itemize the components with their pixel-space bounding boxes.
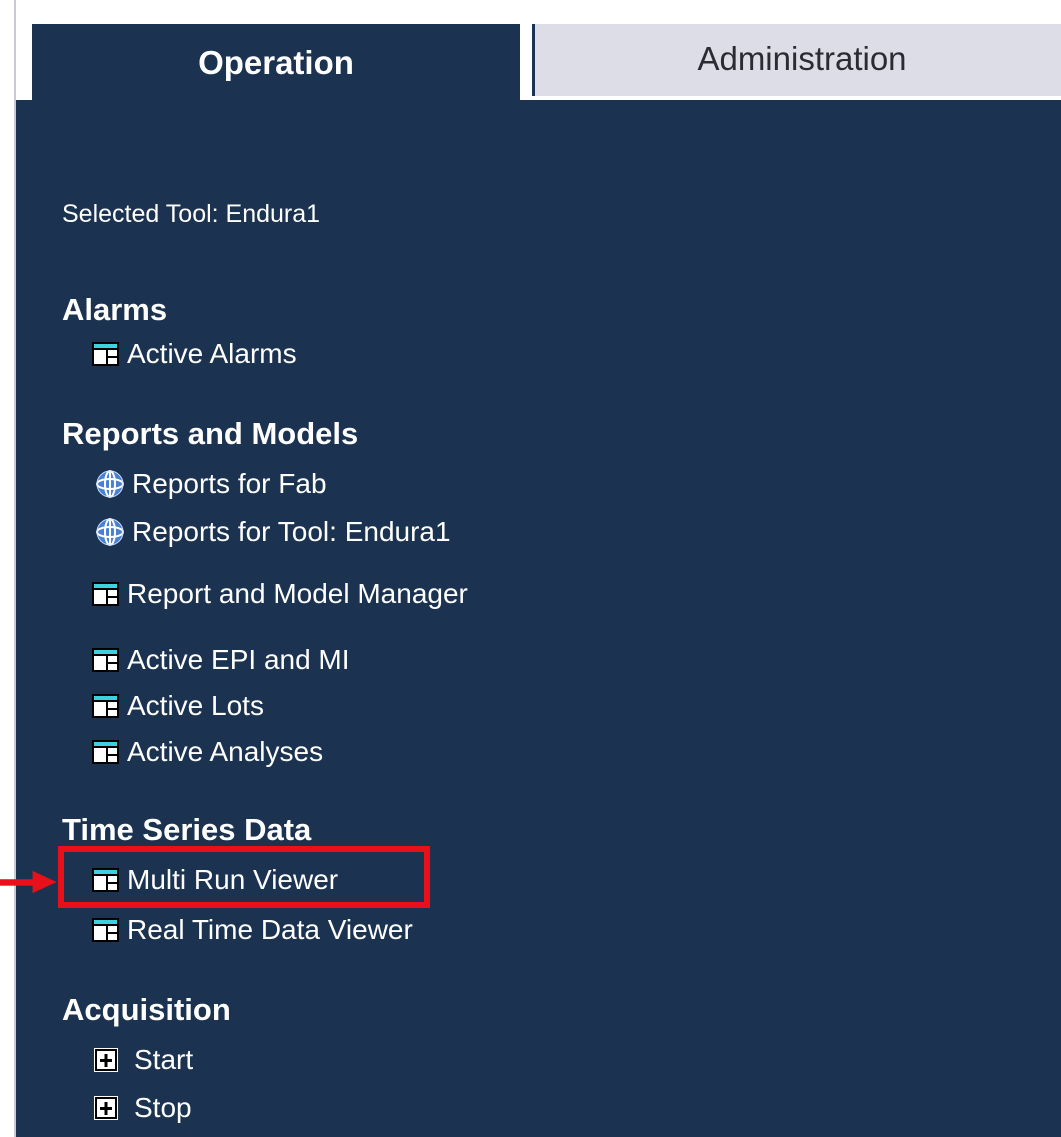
arrow-right-icon [0, 870, 57, 894]
menu-item-label: Reports for Tool: Endura1 [132, 516, 451, 547]
menu-item-report-and-model-manager[interactable]: Report and Model Manager [92, 578, 468, 610]
menu-item-label: Report and Model Manager [127, 578, 468, 609]
menu-item-label: Active Alarms [127, 338, 297, 369]
left-margin [0, 0, 14, 1137]
table-icon [92, 582, 119, 606]
section-title-acquisition: Acquisition [62, 992, 231, 1027]
menu-item-reports-for-fab[interactable]: Reports for Fab [96, 468, 327, 500]
menu-item-label: Stop [134, 1092, 192, 1123]
menu-item-reports-for-tool[interactable]: Reports for Tool: Endura1 [96, 516, 451, 548]
menu-item-label: Start [134, 1044, 194, 1075]
menu-item-active-analyses[interactable]: Active Analyses [92, 736, 323, 768]
plus-icon [94, 1048, 118, 1072]
selected-tool-label: Selected Tool: Endura1 [62, 200, 321, 228]
section-title-time-series-data: Time Series Data [62, 812, 312, 847]
section-title-reports-and-models: Reports and Models [62, 416, 359, 451]
tab-operation[interactable]: Operation [32, 24, 520, 100]
plus-icon [94, 1096, 118, 1120]
menu-item-label: Real Time Data Viewer [127, 914, 413, 945]
menu-item-active-alarms[interactable]: Active Alarms [92, 338, 297, 370]
tab-operation-label: Operation [198, 44, 354, 81]
operation-panel: Operation Administration Selected Tool: … [14, 0, 1061, 1137]
operation-content: Selected Tool: Endura1 Alarms Active Ala… [16, 100, 1061, 1137]
table-icon [92, 648, 119, 672]
menu-item-start[interactable]: Start [94, 1044, 193, 1076]
globe-icon [96, 518, 124, 546]
menu-item-stop[interactable]: Stop [94, 1092, 192, 1124]
table-icon [92, 342, 119, 366]
highlight-box [58, 846, 430, 908]
tab-separator [520, 24, 532, 96]
menu-item-real-time-data-viewer[interactable]: Real Time Data Viewer [92, 914, 413, 946]
menu-item-label: Reports for Fab [132, 468, 327, 499]
section-title-alarms: Alarms [62, 292, 168, 327]
tab-administration[interactable]: Administration [532, 24, 1061, 96]
table-icon [92, 918, 119, 942]
menu-item-active-epi-and-mi[interactable]: Active EPI and MI [92, 644, 350, 676]
tab-administration-label: Administration [697, 40, 907, 77]
globe-icon [96, 470, 124, 498]
menu-item-active-lots[interactable]: Active Lots [92, 690, 264, 722]
table-icon [92, 740, 119, 764]
menu-item-label: Active Analyses [127, 736, 324, 767]
tab-bar: Operation Administration [16, 0, 1061, 100]
table-icon [92, 694, 119, 718]
menu-item-label: Active EPI and MI [127, 644, 350, 675]
menu-item-label: Active Lots [127, 690, 264, 721]
